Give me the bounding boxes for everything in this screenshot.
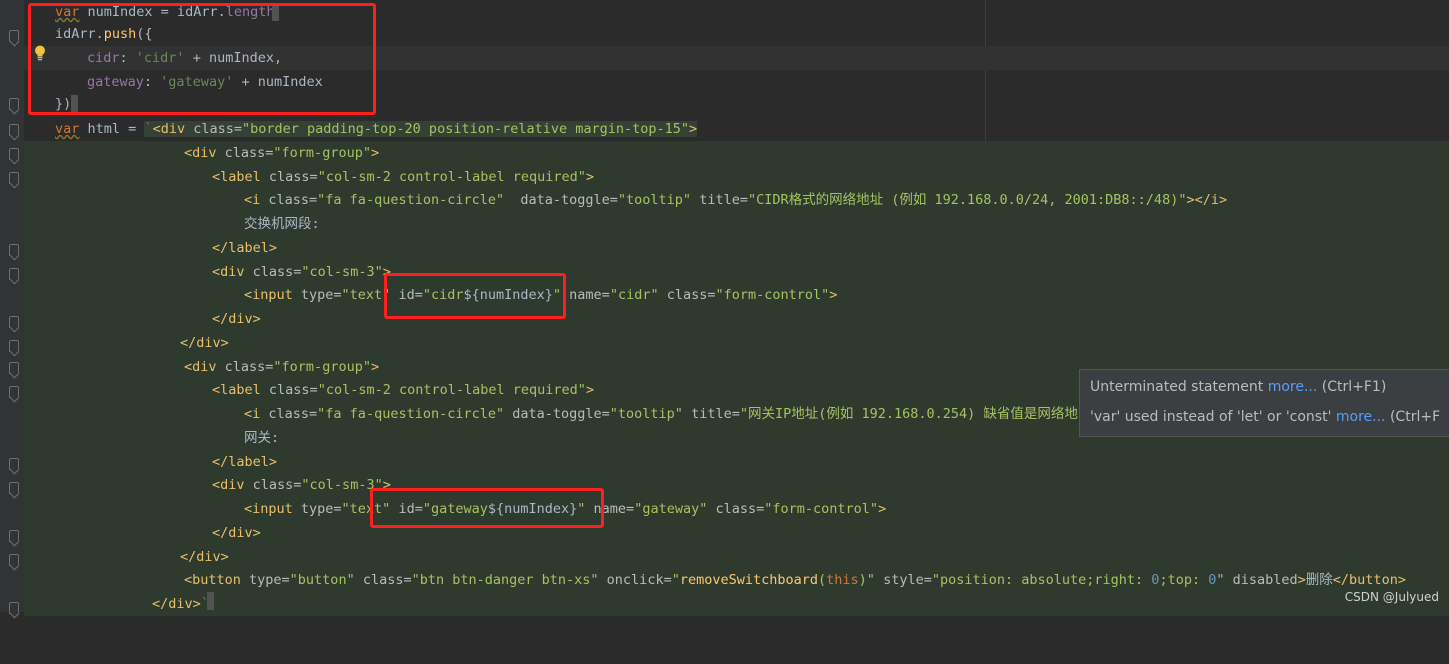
code-line-24: </div> bbox=[24, 545, 1449, 569]
tooltip-message: 'var' used instead of 'let' or 'const' bbox=[1090, 409, 1332, 425]
code-line-21: <div class="col-sm-3"> bbox=[24, 473, 1449, 497]
fold-marker-icon[interactable] bbox=[9, 148, 19, 160]
fold-marker-icon[interactable] bbox=[9, 98, 19, 110]
code-line-14: </div> bbox=[24, 307, 1449, 331]
fold-marker-icon[interactable] bbox=[9, 244, 19, 256]
code-line-26: </div>` bbox=[24, 592, 1449, 616]
tooltip-shortcut: (Ctrl+F bbox=[1389, 409, 1441, 425]
fold-marker-icon[interactable] bbox=[9, 268, 19, 280]
fold-marker-icon[interactable] bbox=[9, 340, 19, 352]
tooltip-row-unterminated: Unterminated statement more... (Ctrl+F1) bbox=[1090, 379, 1386, 395]
code-line-11: </label> bbox=[24, 236, 1449, 260]
editor-gutter bbox=[0, 0, 24, 612]
code-line-13: <input type="text" id="cidr${numIndex}" … bbox=[24, 283, 1449, 307]
fold-marker-icon[interactable] bbox=[9, 362, 19, 374]
watermark: CSDN @Julyued bbox=[1344, 590, 1439, 604]
fold-marker-icon[interactable] bbox=[9, 602, 19, 614]
fold-marker-icon[interactable] bbox=[9, 554, 19, 566]
fold-marker-icon[interactable] bbox=[9, 530, 19, 542]
fold-marker-icon[interactable] bbox=[9, 172, 19, 184]
code-line-25: <button type="button" class="btn btn-dan… bbox=[24, 568, 1449, 592]
fold-marker-icon[interactable] bbox=[9, 316, 19, 328]
code-line-20: </label> bbox=[24, 450, 1449, 474]
code-line-10: 交换机网段: bbox=[24, 212, 1449, 236]
highlight-box-cidr-id bbox=[384, 273, 566, 319]
code-line-6: var html = `<div class="border padding-t… bbox=[55, 121, 698, 137]
code-line-23: </div> bbox=[24, 521, 1449, 545]
fold-marker-icon[interactable] bbox=[9, 124, 19, 136]
code-line-12: <div class="col-sm-3"> bbox=[24, 260, 1449, 284]
tooltip-row-var-usage: 'var' used instead of 'let' or 'const' m… bbox=[1090, 409, 1440, 425]
highlight-box-gateway-id bbox=[370, 488, 604, 528]
fold-marker-icon[interactable] bbox=[9, 386, 19, 398]
code-line-22: <input type="text" id="gateway${numIndex… bbox=[24, 497, 1449, 521]
bracket-match-marker bbox=[207, 592, 214, 610]
fold-marker-icon[interactable] bbox=[9, 482, 19, 494]
inspection-tooltip: Unterminated statement more... (Ctrl+F1)… bbox=[1079, 369, 1449, 437]
tooltip-more-link[interactable]: more... bbox=[1268, 379, 1318, 395]
tooltip-shortcut: (Ctrl+F1) bbox=[1321, 379, 1387, 395]
highlight-box-push-block bbox=[28, 3, 376, 115]
code-line-15: </div> bbox=[24, 331, 1449, 355]
code-line-7: <div class="form-group"> bbox=[24, 141, 1449, 165]
code-line-8: <label class="col-sm-2 control-label req… bbox=[24, 165, 1449, 189]
tooltip-more-link[interactable]: more... bbox=[1336, 409, 1386, 425]
fold-marker-icon[interactable] bbox=[9, 30, 19, 42]
code-line-9: <i class="fa fa-question-circle" data-to… bbox=[24, 188, 1449, 212]
tooltip-message: Unterminated statement bbox=[1090, 379, 1264, 395]
fold-marker-icon[interactable] bbox=[9, 458, 19, 470]
